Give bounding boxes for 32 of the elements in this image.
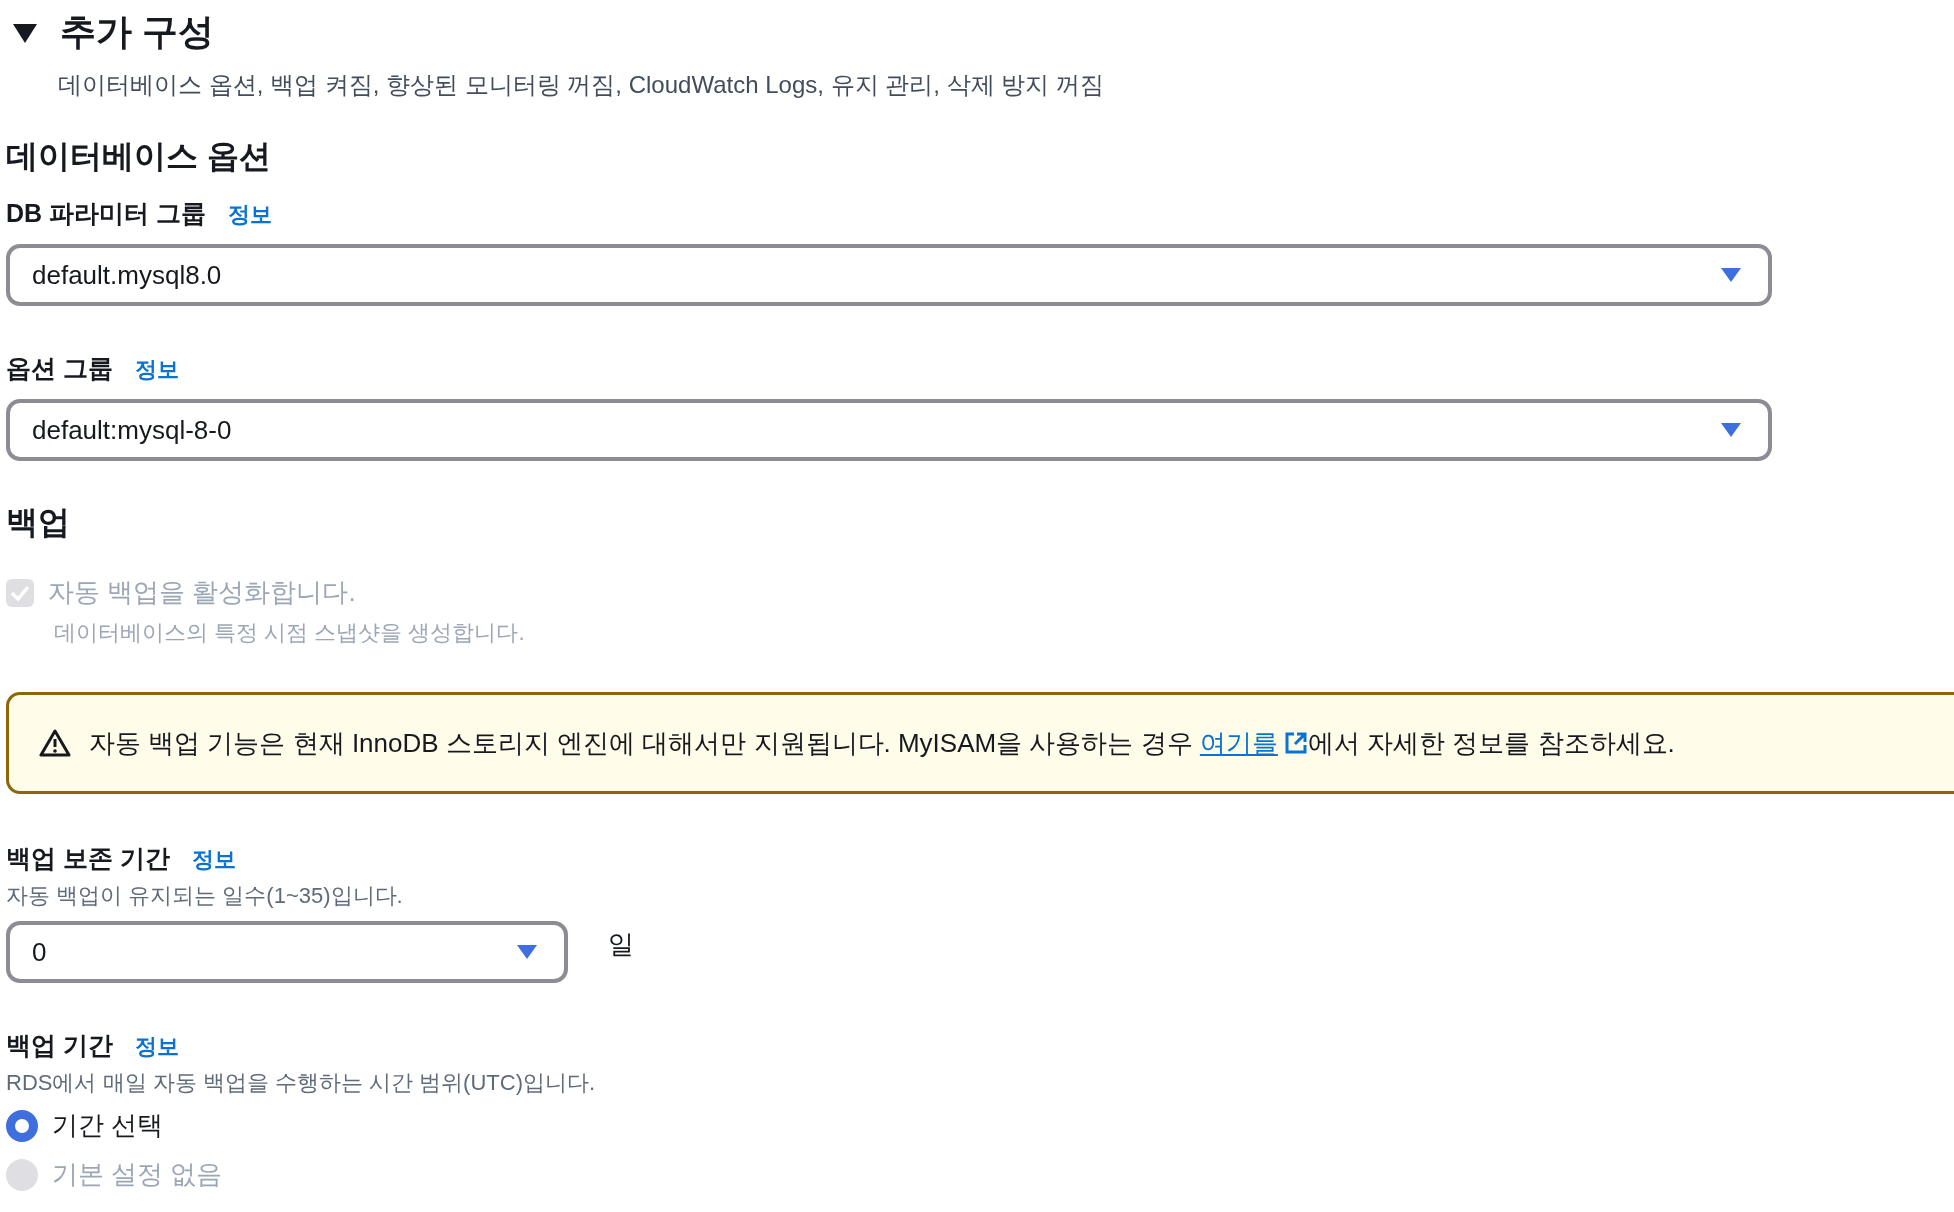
select-field[interactable]: default:mysql-8-0	[6, 399, 1772, 461]
checkbox-description: 데이터베이스의 특정 시점 스냅샷을 생성합니다.	[54, 619, 526, 647]
expand-caret-icon[interactable]	[12, 21, 38, 44]
caret-down-icon	[516, 944, 538, 960]
field-label: 옵션 그룹	[6, 353, 113, 384]
learn-more-link[interactable]: 여기를	[1199, 725, 1308, 761]
checkbox-label: 자동 백업을 활성화합니다.	[48, 576, 356, 609]
field-description: RDS에서 매일 자동 백업을 수행하는 시간 범위(UTC)입니다.	[6, 1069, 597, 1097]
warning-message: 자동 백업 기능은 현재 InnoDB 스토리지 엔진에 대해서만 지원됩니다. MyISAM을 사용하는 경우 여기를 에서 자세한 정보를 참조하세요.	[89, 725, 1675, 761]
checkmark-icon	[10, 584, 30, 601]
field-description: 자동 백업이 유지되는 일수(1~35)입니다.	[6, 882, 404, 910]
caret-down-icon	[1720, 422, 1742, 438]
external-link-icon	[1283, 731, 1308, 755]
select-field[interactable]: 0	[6, 921, 568, 983]
section-title: 추가 구성	[60, 10, 214, 54]
warning-icon	[39, 729, 71, 757]
radio-button[interactable]	[6, 1109, 38, 1142]
field-label: 백업 보존 기간	[6, 843, 170, 874]
select-field[interactable]: default.mysql8.0	[6, 244, 1772, 306]
info-link[interactable]: 정보	[134, 1032, 179, 1062]
unit-label: 일	[608, 927, 634, 961]
caret-down-icon	[1720, 267, 1742, 283]
radio-label: 기간 선택	[52, 1109, 164, 1142]
field-label: 백업 기간	[6, 1030, 113, 1061]
radio-label: 기본 설정 없음	[52, 1158, 223, 1191]
field-label: DB 파라미터 그룹	[6, 198, 206, 229]
section-heading: 데이터베이스 옵션	[6, 137, 272, 176]
info-link[interactable]: 정보	[191, 845, 236, 875]
info-link[interactable]: 정보	[134, 355, 179, 385]
section-heading: 백업	[6, 503, 71, 542]
info-link[interactable]: 정보	[228, 200, 272, 230]
section-summary: 데이터베이스 옵션, 백업 켜짐, 향상된 모니터링 꺼짐, CloudWatch Logs, 유지 관리, 삭제 방지 꺼짐	[58, 70, 1105, 100]
